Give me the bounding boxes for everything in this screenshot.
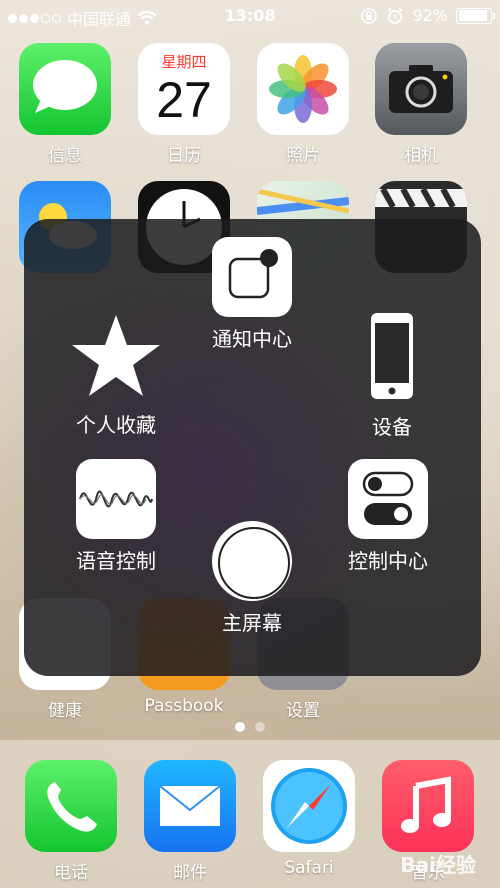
- dock-safari[interactable]: Safari: [262, 760, 356, 878]
- device-button[interactable]: 设备: [342, 311, 442, 440]
- dock-mail[interactable]: 邮件: [143, 760, 237, 883]
- home-circle-icon: [212, 521, 292, 601]
- app-camera[interactable]: 相机: [374, 43, 468, 166]
- app-label: Safari: [284, 858, 334, 878]
- music-icon: [382, 760, 474, 852]
- rotation-lock-icon: [361, 7, 378, 24]
- battery-icon: [456, 7, 495, 24]
- app-label: 相机: [404, 146, 438, 166]
- favorites-button[interactable]: 个人收藏: [66, 311, 166, 438]
- app-messages[interactable]: 信息: [18, 43, 112, 166]
- status-bar: 中国联通 13:08 92%: [0, 0, 500, 34]
- calendar-weekday: 星期四: [161, 53, 207, 71]
- battery-percent: 92%: [412, 6, 448, 25]
- safari-icon: [263, 760, 355, 852]
- device-label: 设备: [372, 415, 412, 439]
- phone-icon: [25, 760, 117, 852]
- notification-center-button[interactable]: 通知中心: [202, 237, 302, 352]
- home-button[interactable]: 主屏幕: [202, 521, 302, 636]
- notification-center-label: 通知中心: [212, 327, 292, 351]
- app-label: 邮件: [173, 863, 207, 883]
- app-label: 电话: [54, 863, 88, 883]
- app-calendar[interactable]: 星期四 27 日历: [137, 43, 231, 166]
- app-label: 设置: [286, 701, 320, 721]
- camera-icon: [375, 43, 467, 135]
- iphone-device-icon: [371, 313, 413, 399]
- control-center-label: 控制中心: [348, 549, 428, 573]
- siri-label: 语音控制: [76, 549, 156, 573]
- watermark: Bai经验: [400, 853, 476, 877]
- app-photos[interactable]: 照片: [256, 43, 350, 166]
- dock: 电话 邮件 Safari 音乐 Bai经验: [0, 740, 500, 888]
- photos-icon: [257, 43, 349, 135]
- app-label: Passbook: [144, 696, 224, 716]
- calendar-day: 27: [156, 72, 212, 128]
- app-label: 信息: [48, 146, 82, 166]
- star-icon: [72, 315, 160, 396]
- page-dot-active: [235, 722, 245, 732]
- control-center-toggles-icon: [348, 459, 428, 539]
- assistive-touch-menu: 通知中心 个人收藏 设备 语音控制 控制中心 主屏幕: [24, 219, 481, 676]
- messages-icon: [19, 43, 111, 135]
- mail-icon: [144, 760, 236, 852]
- page-dot: [255, 722, 265, 732]
- control-center-button[interactable]: 控制中心: [338, 459, 438, 574]
- page-indicator[interactable]: [0, 722, 500, 732]
- favorites-label: 个人收藏: [76, 413, 156, 437]
- home-label: 主屏幕: [222, 611, 282, 635]
- calendar-icon: 星期四 27: [138, 43, 230, 135]
- app-label: 健康: [48, 701, 82, 721]
- notification-center-icon: [212, 237, 292, 317]
- dock-phone[interactable]: 电话: [24, 760, 118, 883]
- siri-button[interactable]: 语音控制: [66, 459, 166, 574]
- alarm-icon: [387, 7, 404, 24]
- app-label: 日历: [167, 146, 201, 166]
- siri-waveform-icon: [76, 459, 156, 539]
- app-label: 照片: [286, 146, 320, 166]
